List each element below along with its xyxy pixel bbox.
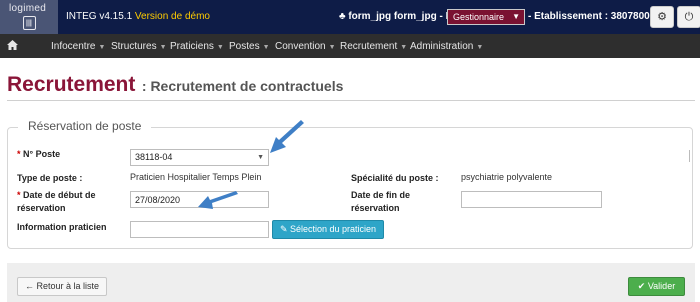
logo-badge-icon: ||| (23, 16, 36, 30)
nav-item-recrutement[interactable]: Recrutement ▼ (340, 41, 407, 52)
scroll-marker (689, 150, 697, 162)
poste-select[interactable]: 38118-04 ▼ (130, 149, 269, 166)
fieldset-legend: Réservation de poste (18, 119, 152, 133)
arrow-left-icon: ← (24, 281, 37, 291)
home-icon (7, 40, 18, 50)
chevron-down-icon: ▼ (216, 44, 224, 51)
nav-label: Recrutement (340, 41, 398, 52)
chevron-down-icon: ▼ (400, 44, 408, 51)
nav-home[interactable] (7, 40, 18, 53)
nav-item-structures[interactable]: Structures ▼ (111, 41, 167, 52)
date-fin-input[interactable] (461, 191, 602, 208)
chevron-down-icon: ▼ (476, 44, 484, 51)
nav-label: Structures (111, 41, 157, 52)
submit-button[interactable]: ✔ Valider (628, 277, 685, 296)
info-praticien-input[interactable] (130, 221, 269, 238)
nav-label: Praticiens (170, 41, 214, 52)
chevron-down-icon: ▼ (512, 12, 520, 21)
chevron-down-icon: ▼ (98, 44, 106, 51)
chevron-down-icon: ▼ (328, 44, 336, 51)
nav-item-administration[interactable]: Administration ▼ (410, 41, 483, 52)
etablissement-label: - Etablissement : 380780080 (528, 11, 661, 22)
logo-text: logimed (9, 3, 47, 14)
nav-label: Convention (275, 41, 326, 52)
page-title-main: Recrutement (7, 73, 136, 96)
logo[interactable]: logimed ||| (0, 0, 58, 34)
date-debut-label: * Date de début de réservation (17, 190, 96, 213)
page-subtitle: : Recrutement de contractuels (141, 78, 344, 94)
specialite-label: Spécialité du poste : (351, 173, 439, 183)
nav-label: Postes (229, 41, 260, 52)
nav-item-infocentre[interactable]: Infocentre ▼ (51, 41, 105, 52)
annotation-arrow-icon (198, 191, 238, 209)
poste-label: * N° Poste (17, 149, 61, 159)
logout-button[interactable]: ⏻ (677, 6, 700, 28)
top-bar: logimed ||| INTEG v4.15.1 Version de dém… (0, 0, 700, 34)
nav-item-postes[interactable]: Postes ▼ (229, 41, 270, 52)
back-to-list-button[interactable]: ← Retour à la liste (17, 277, 107, 296)
power-icon: ⏻ (684, 11, 694, 23)
check-icon: ✔ (637, 281, 648, 291)
nav-item-convention[interactable]: Convention ▼ (275, 41, 336, 52)
nav-item-praticiens[interactable]: Praticiens ▼ (170, 41, 224, 52)
date-fin-label: Date de fin de réservation (351, 190, 411, 213)
page-title: Recrutement : Recrutement de contractuel… (7, 73, 343, 97)
divider (7, 100, 695, 101)
nav-label: Infocentre (51, 41, 96, 52)
form-footer (7, 263, 695, 302)
nav-label: Administration (410, 41, 474, 52)
settings-button[interactable]: ⚙ (650, 6, 674, 28)
role-value: Gestionnaire (453, 12, 505, 22)
role-select[interactable]: Gestionnaire ▼ (447, 9, 525, 25)
pencil-icon: ✎ (279, 224, 290, 234)
select-praticien-button[interactable]: ✎ Sélection du praticien (272, 220, 384, 239)
specialite-value: psychiatrie polyvalente (461, 172, 553, 182)
type-poste-value: Praticien Hospitalier Temps Plein (130, 172, 262, 182)
app-name: INTEG v4.15.1 Version de démo (66, 11, 210, 22)
type-poste-label: Type de poste : (17, 173, 83, 183)
app-version: INTEG v4.15.1 (66, 11, 133, 22)
chevron-down-icon: ▼ (159, 44, 167, 51)
chevron-down-icon: ▼ (257, 154, 264, 161)
gear-icon: ⚙ (657, 11, 667, 23)
info-praticien-label: Information praticien (17, 222, 107, 232)
chevron-down-icon: ▼ (262, 44, 270, 51)
main-nav: Infocentre ▼ Structures ▼ Praticiens ▼ Post… (0, 34, 700, 58)
poste-select-value: 38118-04 (135, 152, 173, 162)
annotation-arrow-icon (270, 120, 304, 153)
demo-label: Version de démo (134, 11, 210, 22)
